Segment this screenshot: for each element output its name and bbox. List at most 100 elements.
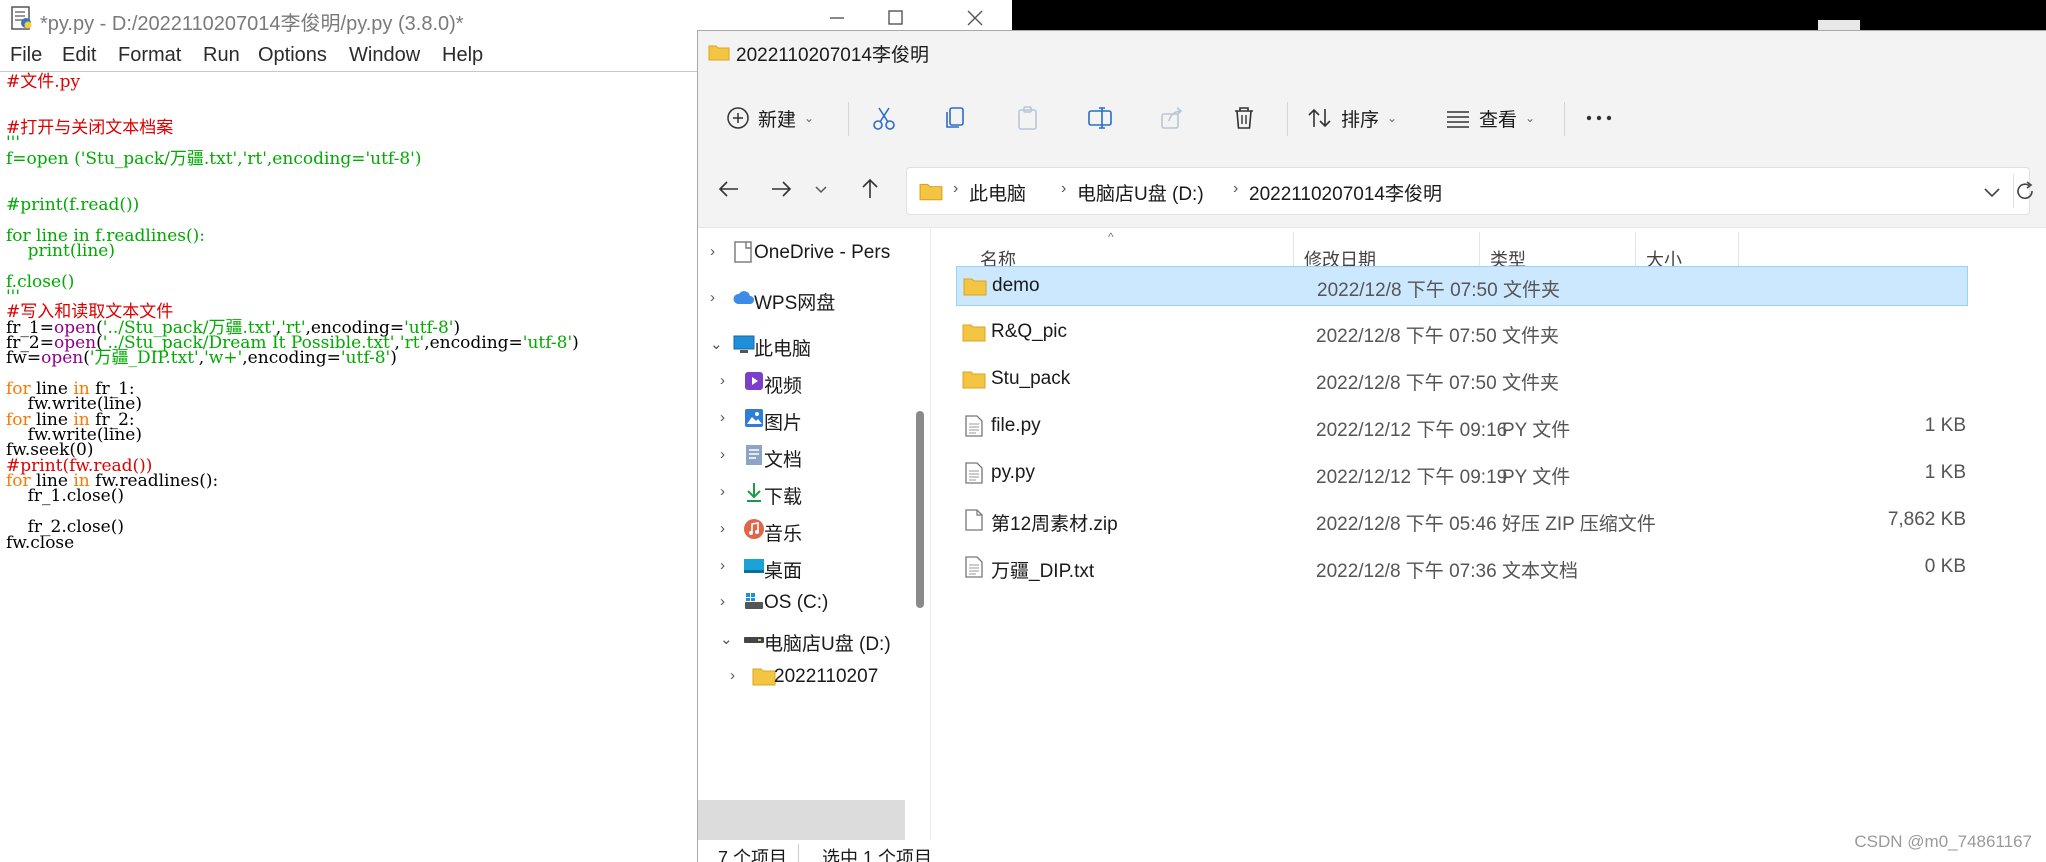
rename-icon bbox=[1088, 107, 1112, 129]
code-line[interactable]: fw=open('万疆_DIP.txt','w+',encoding='utf-… bbox=[6, 348, 397, 368]
file-explorer-window: 2022110207014李俊明 新建 ⌄ 排序 ⌄ 查看 ⌄ › 此电脑 › … bbox=[697, 30, 2046, 862]
rename-button[interactable] bbox=[1087, 94, 1115, 142]
wps-cloud-icon bbox=[733, 291, 754, 304]
chevron-right-icon[interactable]: › bbox=[720, 372, 725, 389]
breadcrumb-drive-d[interactable]: 电脑店U盘 (D:) bbox=[1077, 179, 1204, 206]
chevron-down-icon[interactable]: ⌄ bbox=[720, 630, 733, 648]
address-bar[interactable]: › 此电脑 › 电脑店U盘 (D:) › 2022110207014李俊明 bbox=[906, 167, 2030, 215]
recent-locations-button[interactable] bbox=[809, 171, 833, 207]
file-name: Stu_pack bbox=[991, 368, 1071, 389]
code-line[interactable]: #打开与关闭文本档案 bbox=[6, 118, 173, 138]
chevron-right-icon[interactable]: › bbox=[720, 593, 725, 610]
desktop-background bbox=[1012, 0, 2046, 30]
chevron-down-icon[interactable] bbox=[1983, 183, 2001, 201]
chevron-right-icon[interactable]: › bbox=[710, 289, 715, 306]
nav-item-label: 视频 bbox=[764, 376, 803, 397]
menu-format[interactable]: Format bbox=[118, 44, 181, 67]
code-line[interactable]: #print(f.read()) bbox=[6, 195, 139, 215]
breadcrumb-this-pc[interactable]: 此电脑 bbox=[969, 179, 1026, 206]
folder-icon bbox=[708, 45, 730, 61]
python-idle-icon bbox=[11, 6, 32, 30]
pictures-icon bbox=[745, 409, 763, 427]
menu-window[interactable]: Window bbox=[349, 44, 420, 67]
watermark: CSDN @m0_74861167 bbox=[1854, 832, 2032, 851]
file-row[interactable]: 第12周素材.zip 2022/12/8 下午 05:46 好压 ZIP 压缩文件 7… bbox=[956, 501, 1968, 541]
scissors-icon bbox=[873, 107, 895, 130]
file-date: 2022/12/8 下午 07:50 bbox=[1317, 280, 1498, 301]
folder-icon bbox=[962, 371, 986, 389]
up-button[interactable] bbox=[852, 171, 888, 207]
arrow-up-icon bbox=[862, 178, 878, 198]
nav-item[interactable]: › OneDrive - Pers bbox=[698, 230, 924, 276]
chevron-right-icon[interactable]: › bbox=[720, 557, 725, 574]
more-options-button[interactable] bbox=[1584, 94, 1614, 142]
file-list: ^ 名称 修改日期 类型 大小 demo 2022/12/8 下午 07:50 文件… bbox=[938, 228, 2046, 862]
menu-file[interactable]: File bbox=[10, 44, 42, 67]
file-name: 第12周素材.zip bbox=[991, 514, 1118, 535]
code-line[interactable]: #文件.py bbox=[6, 72, 80, 92]
copy-button[interactable] bbox=[943, 94, 969, 142]
share-button[interactable] bbox=[1159, 94, 1185, 142]
back-button[interactable] bbox=[711, 171, 747, 207]
trash-icon bbox=[1235, 107, 1253, 129]
refresh-icon[interactable] bbox=[2014, 180, 2036, 202]
chevron-right-icon[interactable]: › bbox=[720, 520, 725, 537]
sort-button[interactable]: 排序 ⌄ bbox=[1307, 94, 1397, 142]
column-divider[interactable] bbox=[1738, 232, 1739, 268]
code-line[interactable]: print(line) bbox=[6, 241, 115, 261]
menu-edit[interactable]: Edit bbox=[62, 44, 96, 67]
this-pc-icon bbox=[733, 335, 755, 353]
column-divider[interactable] bbox=[1635, 232, 1636, 268]
desktop-icon bbox=[744, 559, 764, 573]
code-line[interactable]: fr_1.close() bbox=[6, 486, 124, 506]
file-size: 7,862 KB bbox=[1887, 509, 1966, 530]
breadcrumb-current-folder[interactable]: 2022110207014李俊明 bbox=[1249, 179, 1442, 206]
explorer-tab-title[interactable]: 2022110207014李俊明 bbox=[736, 40, 929, 67]
paste-button[interactable] bbox=[1015, 94, 1041, 142]
forward-button[interactable] bbox=[763, 171, 799, 207]
chevron-right-icon[interactable]: › bbox=[720, 483, 725, 500]
chevron-down-icon: ⌄ bbox=[1525, 111, 1536, 125]
videos-icon bbox=[745, 372, 763, 390]
toolbar-divider bbox=[1287, 102, 1288, 136]
chevron-right-icon[interactable]: › bbox=[730, 667, 735, 684]
file-icon bbox=[965, 509, 983, 531]
column-divider[interactable] bbox=[1479, 232, 1480, 268]
delete-button[interactable] bbox=[1231, 94, 1257, 142]
file-date: 2022/12/8 下午 07:50 bbox=[1316, 326, 1497, 347]
view-button[interactable]: 查看 ⌄ bbox=[1445, 94, 1535, 142]
chevron-down-icon[interactable]: ⌄ bbox=[710, 335, 723, 353]
more-dots-icon bbox=[1586, 115, 1612, 121]
code-line[interactable]: fw.close bbox=[6, 533, 74, 553]
cut-button[interactable] bbox=[871, 94, 897, 142]
file-type: 文件夹 bbox=[1503, 280, 1561, 301]
chevron-right-icon[interactable]: › bbox=[720, 446, 725, 463]
file-date: 2022/12/8 下午 07:36 bbox=[1316, 561, 1497, 582]
file-row[interactable]: file.py 2022/12/12 下午 09:16 PY 文件 1 KB bbox=[956, 407, 1968, 447]
pane-divider[interactable] bbox=[930, 228, 931, 862]
file-row[interactable]: py.py 2022/12/12 下午 09:19 PY 文件 1 KB bbox=[956, 454, 1968, 494]
menu-run[interactable]: Run bbox=[203, 44, 240, 67]
menu-options[interactable]: Options bbox=[258, 44, 327, 67]
folder-icon bbox=[919, 183, 943, 201]
new-button-label: 新建 bbox=[758, 109, 797, 131]
file-row[interactable]: R&Q_pic 2022/12/8 下午 07:50 文件夹 bbox=[956, 313, 1968, 353]
status-divider bbox=[798, 844, 799, 862]
file-row[interactable]: Stu_pack 2022/12/8 下午 07:50 文件夹 bbox=[956, 360, 1968, 400]
chevron-right-icon[interactable]: › bbox=[720, 409, 725, 426]
nav-scrollbar-thumb[interactable] bbox=[916, 411, 924, 608]
file-row[interactable]: demo 2022/12/8 下午 07:50 文件夹 bbox=[956, 266, 1968, 306]
file-row[interactable]: 万疆_DIP.txt 2022/12/8 下午 07:36 文本文档 0 KB bbox=[956, 548, 1968, 588]
nav-item[interactable]: › 2022110207 bbox=[698, 654, 924, 700]
code-line[interactable]: f=open ('Stu_pack/万疆.txt','rt',encoding=… bbox=[6, 149, 421, 169]
sort-ascending-icon: ^ bbox=[1108, 230, 1114, 244]
nav-item-label: 桌面 bbox=[764, 561, 803, 582]
new-button[interactable]: 新建 ⌄ bbox=[726, 94, 814, 142]
nav-item[interactable]: › WPS网盘 bbox=[698, 276, 924, 322]
view-lines-icon bbox=[1447, 111, 1469, 128]
menu-help[interactable]: Help bbox=[442, 44, 483, 67]
copy-icon bbox=[946, 107, 964, 128]
chevron-right-icon[interactable]: › bbox=[710, 243, 715, 260]
share-icon bbox=[1161, 107, 1183, 129]
column-divider[interactable] bbox=[1293, 232, 1294, 268]
